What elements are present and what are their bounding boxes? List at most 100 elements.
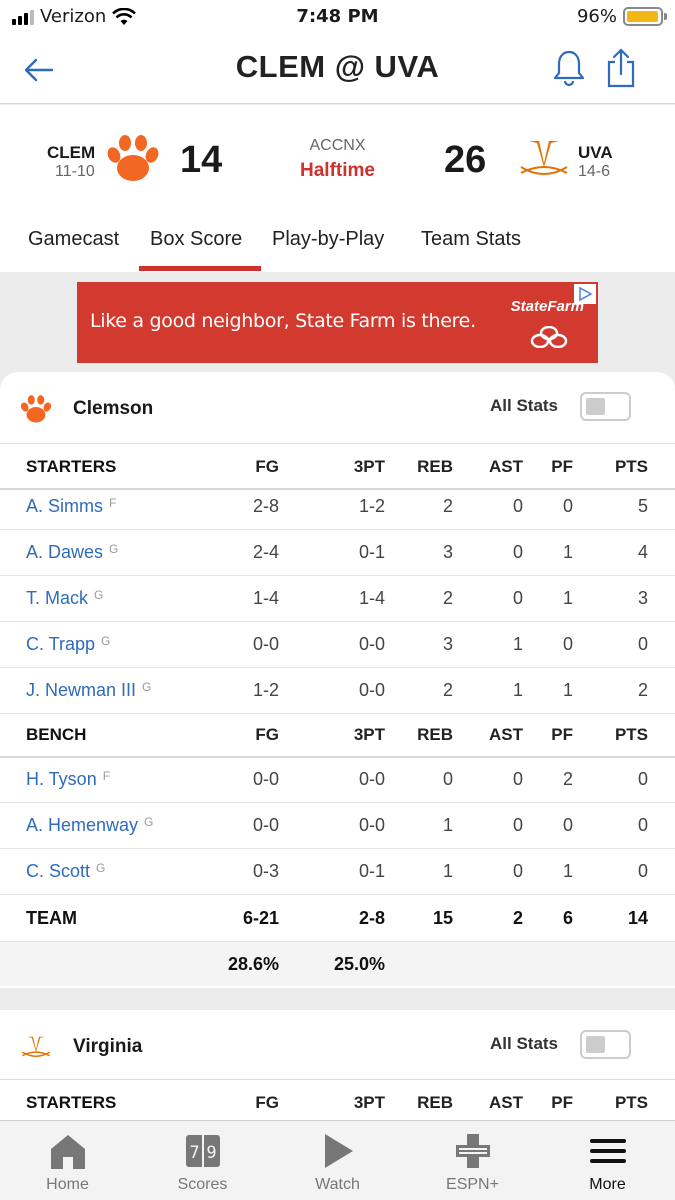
tabbar-scores[interactable]: 7 9 Scores [135, 1121, 270, 1200]
player-position: G [109, 542, 119, 556]
all-stats-toggle[interactable] [580, 1030, 631, 1059]
stat-fg: 1-2 [252, 680, 279, 700]
player-name-cell[interactable]: C. Trapp G [26, 634, 110, 655]
menu-icon [590, 1139, 626, 1163]
team-name: Virginia [73, 1036, 143, 1057]
player-name-cell[interactable]: T. Mack G [26, 588, 103, 609]
home-icon [51, 1135, 85, 1169]
player-name-cell[interactable]: J. Newman III G [26, 680, 151, 701]
header-cell: 3PT [353, 1093, 385, 1112]
team-fg-pct: 28.6% [227, 954, 279, 974]
header-cell: FG [255, 457, 279, 476]
stat-pts: 5 [637, 496, 648, 516]
stat-fg: 0-3 [252, 861, 279, 881]
ad-brand: StateFarm [510, 298, 584, 315]
stat-pts: 4 [637, 542, 648, 562]
header-cell: FG [255, 1093, 279, 1112]
status-bar: Verizon 7:48 PM 96% [0, 0, 675, 34]
scoreboard: CLEM 11-10 14 ACCNX Halftime 26 UVA 14-6 [0, 105, 675, 213]
team-percentage-row: 28.6% 25.0% [0, 942, 675, 986]
header-cell: REB [417, 457, 453, 476]
player-name-cell[interactable]: H. Tyson F [26, 769, 110, 790]
player-name-cell[interactable]: A. Dawes G [26, 542, 118, 563]
player-name-link[interactable]: A. Hemenway [26, 815, 138, 835]
stat-reb: 1 [442, 861, 453, 881]
tabbar-home[interactable]: Home [0, 1121, 135, 1200]
player-name-link[interactable]: A. Simms [26, 496, 103, 516]
share-icon[interactable] [604, 48, 638, 88]
header-cell: AST [489, 457, 523, 476]
stat-pts: 2 [637, 680, 648, 700]
ad-choices-icon[interactable] [574, 284, 596, 304]
stat-reb: 1 [442, 815, 453, 835]
tabbar-label: Watch [315, 1176, 360, 1193]
player-name-link[interactable]: A. Dawes [26, 542, 103, 562]
svg-text:7: 7 [189, 1143, 199, 1163]
clemson-paw-icon [20, 395, 52, 423]
tabbar-watch[interactable]: Watch [270, 1121, 405, 1200]
player-position: G [94, 588, 104, 602]
team-pts: 14 [627, 908, 648, 928]
tab-box-score[interactable]: Box Score [150, 228, 242, 251]
stat-reb: 0 [442, 769, 453, 789]
stat-3pt: 0-0 [358, 769, 385, 789]
stat-3pt: 0-0 [358, 634, 385, 654]
stat-ast: 0 [512, 542, 523, 562]
ad-banner[interactable]: Like a good neighbor, State Farm is ther… [77, 282, 598, 363]
tabbar-label: Home [46, 1176, 89, 1193]
bell-icon[interactable] [552, 48, 586, 88]
tabbar-label: Scores [177, 1176, 228, 1193]
stat-fg: 0-0 [252, 815, 279, 835]
player-row: H. Tyson F 0-0 0-0 0 0 2 0 [0, 757, 675, 803]
stat-pf: 1 [562, 680, 573, 700]
scores-icon: 7 9 [186, 1135, 220, 1167]
header-cell: PTS [614, 1093, 648, 1112]
team-total-label: TEAM [26, 908, 77, 928]
header-cell: PTS [614, 725, 648, 744]
broadcast-network: ACCNX [309, 137, 366, 154]
player-position: G [144, 815, 154, 829]
stat-ast: 1 [512, 634, 523, 654]
tabbar-espn-plus[interactable]: ESPN+ [405, 1121, 540, 1200]
battery-group: 96% [577, 6, 667, 27]
player-row: A. Simms F 2-8 1-2 2 0 0 5 [0, 484, 675, 530]
tab-play-by-play[interactable]: Play-by-Play [272, 228, 384, 251]
clock: 7:48 PM [296, 6, 379, 27]
tabbar-label: ESPN+ [446, 1176, 499, 1193]
stat-reb: 3 [442, 634, 453, 654]
player-name-link[interactable]: C. Trapp [26, 634, 95, 654]
tabbar-more[interactable]: More [540, 1121, 675, 1200]
ad-text: Like a good neighbor, State Farm is ther… [90, 310, 476, 332]
player-row: C. Scott G 0-3 0-1 1 0 1 0 [0, 849, 675, 895]
player-name-link[interactable]: C. Scott [26, 861, 90, 881]
stat-3pt: 1-2 [358, 496, 385, 516]
stat-fg: 2-8 [252, 496, 279, 516]
player-name-cell[interactable]: A. Simms F [26, 496, 116, 517]
player-name-cell[interactable]: A. Hemenway G [26, 815, 153, 836]
team-reb: 15 [432, 908, 453, 928]
uva-sabres-logo-icon[interactable] [517, 137, 571, 183]
tab-team-stats[interactable]: Team Stats [421, 228, 521, 251]
player-name-link[interactable]: J. Newman III [26, 680, 136, 700]
team-fg: 6-21 [242, 908, 279, 928]
all-stats-toggle[interactable] [580, 392, 631, 421]
player-row: J. Newman III G 1-2 0-0 2 1 1 2 [0, 668, 675, 714]
header-cell: 3PT [353, 725, 385, 744]
stat-reb: 2 [442, 588, 453, 608]
team-header: Virginia All Stats [0, 1010, 675, 1080]
player-name-link[interactable]: T. Mack [26, 588, 88, 608]
player-position: G [101, 634, 111, 648]
header-cell: REB [417, 1093, 453, 1112]
team-header: Clemson All Stats [0, 372, 675, 444]
header-cell: 3PT [353, 457, 385, 476]
tab-gamecast[interactable]: Gamecast [28, 228, 119, 251]
stat-pts: 0 [637, 634, 648, 654]
team-pf: 6 [562, 908, 573, 928]
player-name-cell[interactable]: C. Scott G [26, 861, 105, 882]
player-name-link[interactable]: H. Tyson [26, 769, 97, 789]
stat-fg: 0-0 [252, 769, 279, 789]
stat-pf: 0 [562, 634, 573, 654]
team-total-row: TEAM 6-21 2-8 15 2 6 14 [0, 896, 675, 942]
player-row: C. Trapp G 0-0 0-0 3 1 0 0 [0, 622, 675, 668]
header-cell: AST [489, 1093, 523, 1112]
